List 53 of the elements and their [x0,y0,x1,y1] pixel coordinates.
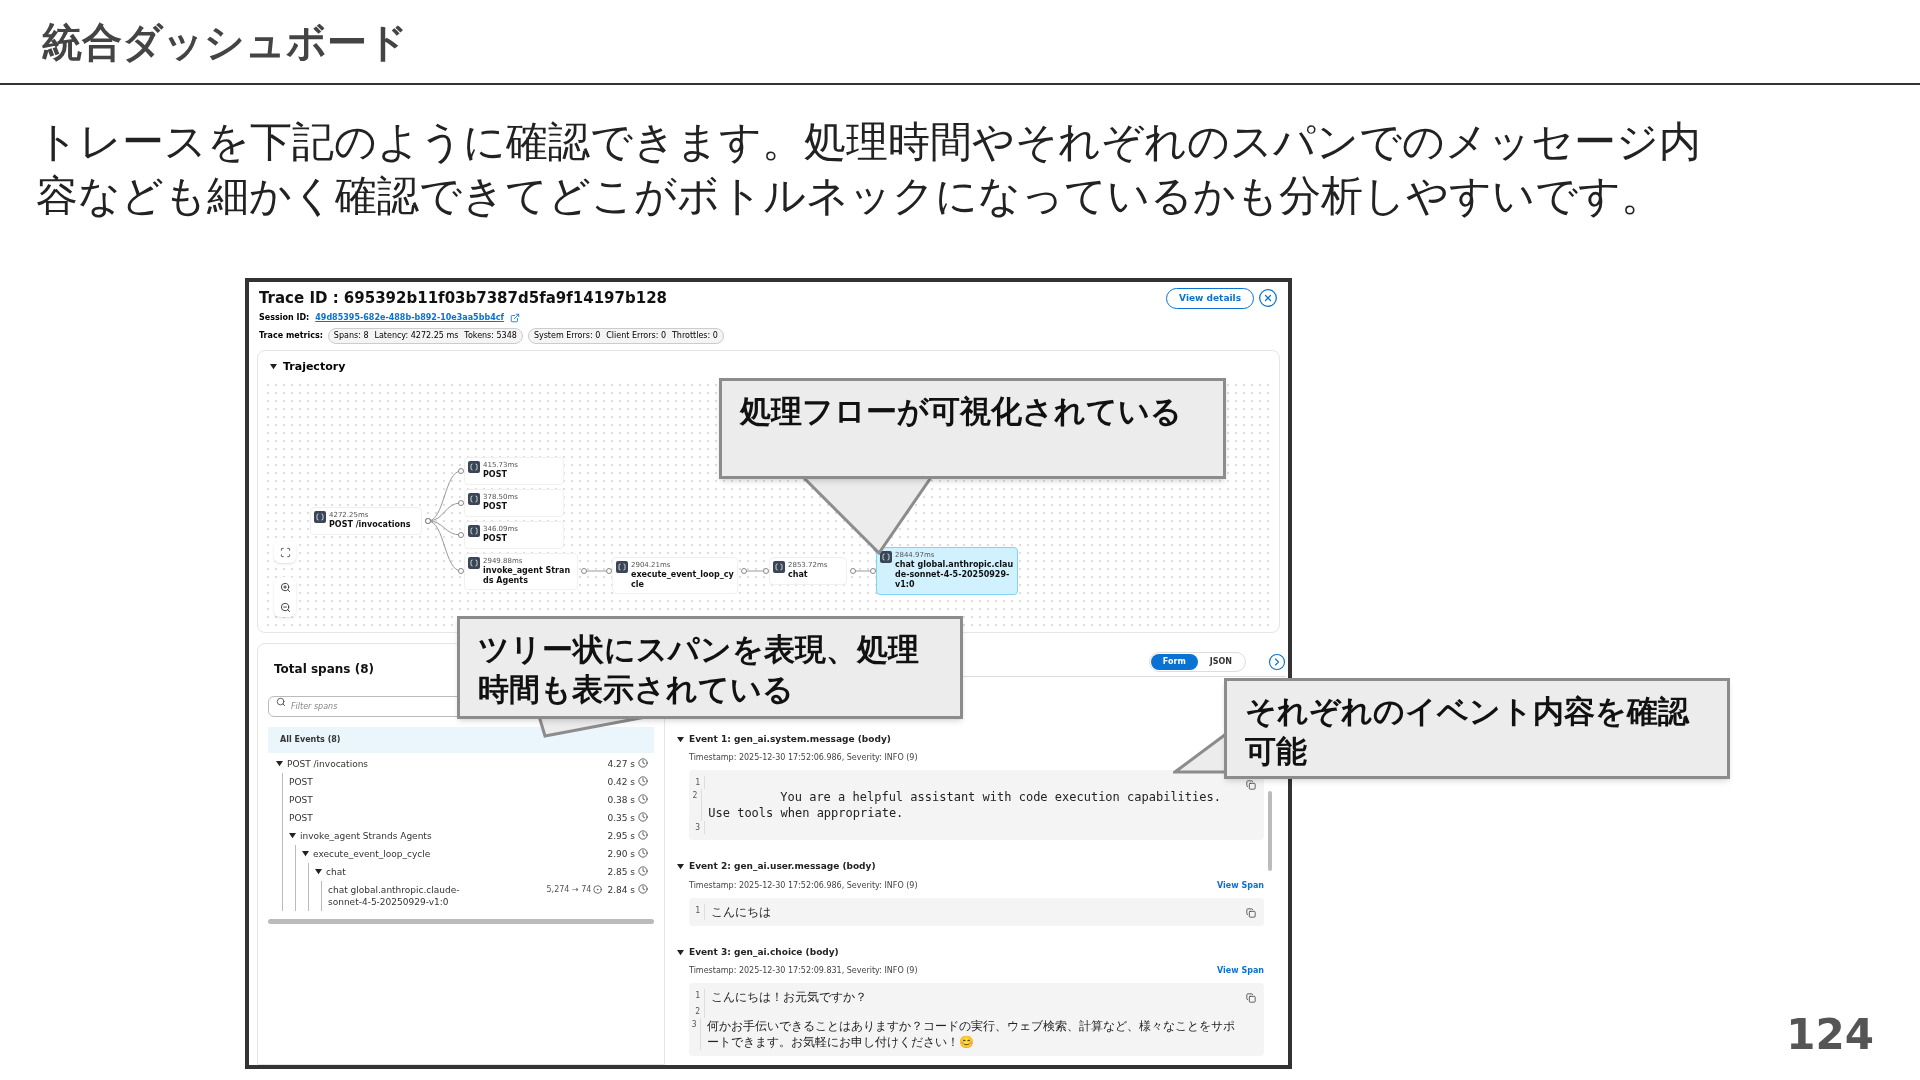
metrics-label: Trace metrics: [259,329,323,342]
span-name: POST [289,775,313,788]
span-duration: 2.84 s [607,883,635,896]
slide-body-text: トレースを下記のように確認できます。処理時間やそれぞれのスパンでのメッセージ内容なども細かく確認できてどこがボトルネックになっているかも分析しやすいです。 [36,116,1702,222]
line-number: 1 [689,903,705,920]
code-text: 何かお手伝いできることはありますか？コードの実行、ウェブ検索、計算など、様々なことをサポートできます。お気軽にお申し付けください！😊 [706,1018,1237,1050]
code-text: You are a helpful assistant with code execution capabilities. Use tools when appropriate. [707,789,1222,821]
token-count: 5,274 → 74 [546,883,592,896]
event-timestamp: Timestamp: 2025-12-30 17:52:06.986, Severity: INFO (9) [689,879,919,892]
span-name: invoke_agent Strands Agents [300,829,432,842]
span-name: POST [289,811,313,824]
line-number: 3 [689,1018,702,1050]
node-label: invoke_agent Strands Agents [483,566,572,586]
span-duration: 2.85 s [607,865,635,878]
span-duration: 4.27 s [607,757,635,770]
event-timestamp: Timestamp: 2025-12-30 17:52:09.831, Severity: INFO (9) [689,965,919,977]
metric-text: Client Errors: 0 [606,329,666,342]
node-label: POST [483,534,508,544]
metric-text: Latency: 4272.25 ms [374,329,459,342]
node-label: chat [788,570,809,580]
line-number: 3 [689,821,705,834]
metric-text: Tokens: 5348 [464,329,517,342]
page-number: 124 [1786,1013,1874,1057]
span-name: chat global.anthropic.claude-sonnet-4-5-20250929-v1:0 [328,883,461,908]
line-number: 1 [689,776,705,789]
span-name: POST /invocations [287,757,369,770]
event-timestamp: Timestamp: 2025-12-30 17:52:06.986, Severity: INFO (9) [689,752,919,764]
line-number: 2 [689,1005,705,1018]
trace-title: Trace ID : 695392b11f03b7387d5fa9f14197b128 [259,288,668,309]
span-duration: 0.35 s [607,811,635,824]
slide-title: 統合ダッシュボード [42,17,408,67]
node-label: POST [483,470,508,480]
callout: それぞれのイベント内容を確認可能 [1224,678,1730,779]
span-duration: 2.90 s [607,847,635,860]
code-text: こんにちは [710,903,771,920]
node-label: POST [483,502,508,512]
line-number: 2 [689,789,703,821]
code-text: こんにちは！お元気ですか？ [710,989,867,1005]
span-duration: 0.38 s [607,793,635,806]
span-name: execute_event_loop_cycle [313,847,431,860]
span-duration: 2.95 s [607,829,635,842]
span-name: chat [326,865,346,878]
span-name: POST [289,793,313,806]
span-duration: 0.42 s [607,775,635,788]
node-label: execute_event_loop_cycle [631,570,734,590]
session-label: Session ID: [259,311,310,324]
metric-text: Throttles: 0 [671,329,718,342]
node-label: POST /invocations [329,520,411,530]
node-label: chat global.anthropic.claude-sonnet-4-5-20250929-v1:0 [895,560,1014,590]
metric-text: System Errors: 0 [533,329,601,342]
line-number: 1 [689,989,705,1005]
spans-title: Total spans (8) [274,660,374,678]
metric-text: Spans: 8 [333,329,369,342]
